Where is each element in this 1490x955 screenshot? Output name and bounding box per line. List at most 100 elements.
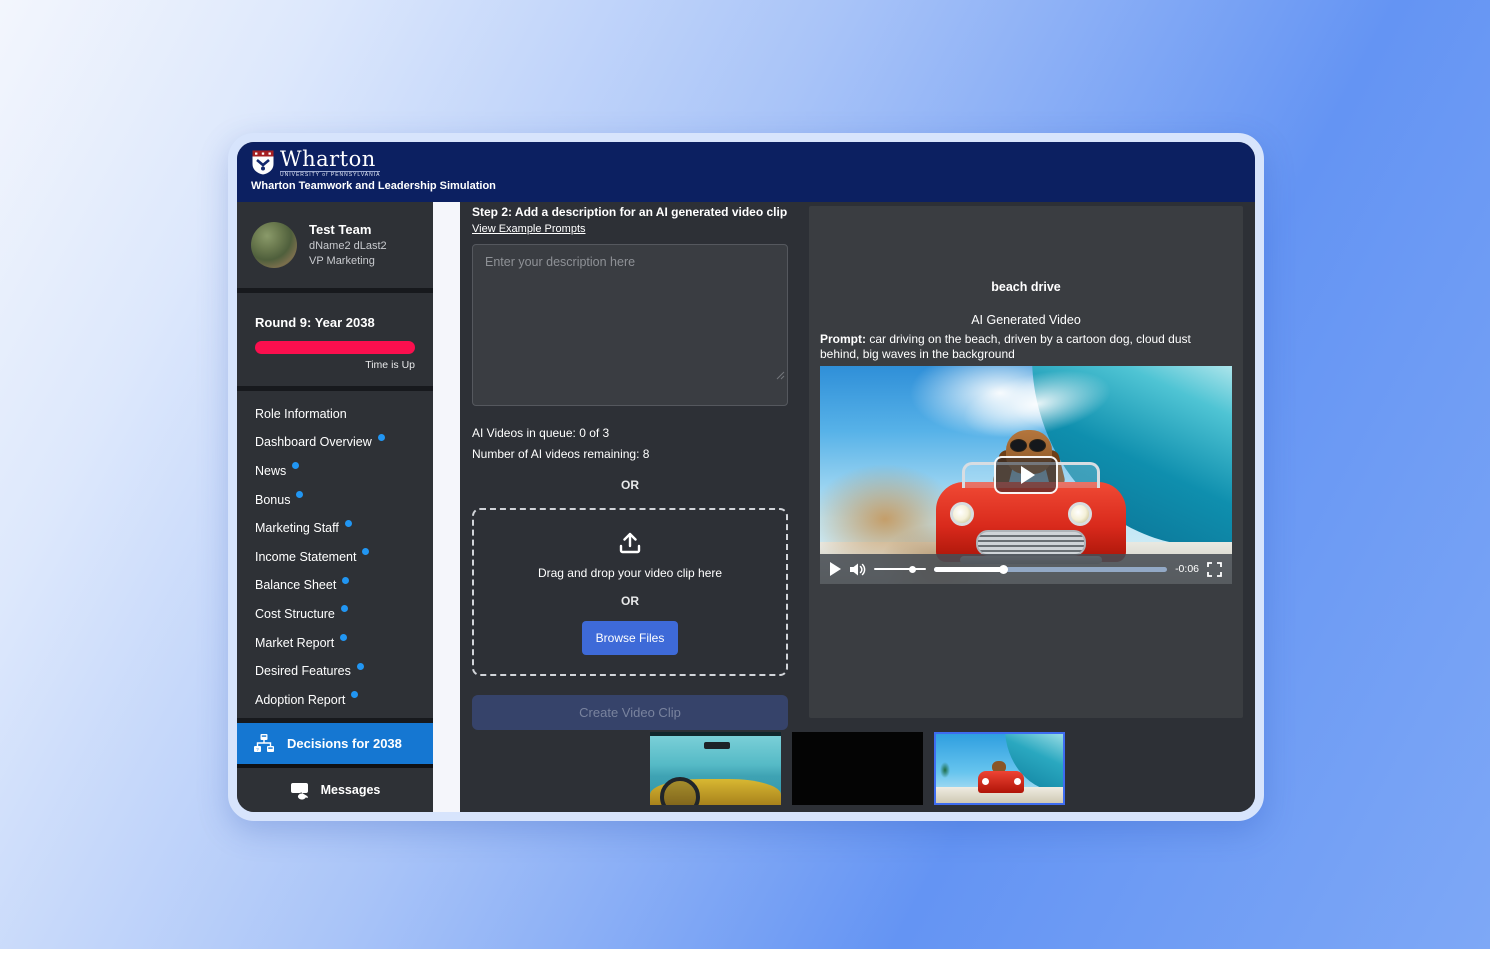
sidebar-item-dashboard-overview[interactable]: Dashboard Overview: [255, 428, 433, 457]
prompt-text: car driving on the beach, driven by a ca…: [820, 332, 1191, 361]
sidebar: Test Team dName2 dLast2 VP Marketing Rou…: [237, 202, 433, 812]
app-header: Wharton UNIVERSITY of PENNSYLVANIA Whart…: [237, 142, 1255, 202]
or-divider: OR: [472, 478, 788, 492]
unread-badge-dot: [351, 691, 358, 698]
dropzone-instruction: Drag and drop your video clip here: [538, 566, 722, 580]
thumbnail-dashboard-clip[interactable]: [650, 732, 781, 805]
org-chart-icon: ?: [253, 733, 275, 755]
team-info: Test Team dName2 dLast2 VP Marketing: [237, 202, 433, 288]
sidebar-item-cost-structure[interactable]: Cost Structure: [255, 600, 433, 629]
sidebar-item-news[interactable]: News: [255, 457, 433, 486]
speech-bubbles-icon: [290, 781, 312, 800]
video-frame-dog-sunglasses: [1010, 439, 1048, 452]
round-progress-fill: [255, 341, 415, 354]
unread-badge-dot: [342, 577, 349, 584]
thumb-window-frame: [650, 732, 781, 736]
main-content: Step 2: Add a description for an AI gene…: [460, 202, 1255, 812]
step-title: Step 2: Add a description for an AI gene…: [472, 205, 788, 219]
unread-badge-dot: [345, 520, 352, 527]
seek-knob[interactable]: [999, 565, 1008, 574]
video-title: beach drive: [809, 280, 1243, 294]
volume-slider[interactable]: [874, 568, 926, 570]
brand-logo: Wharton UNIVERSITY of PENNSYLVANIA: [251, 149, 1255, 178]
unread-badge-dot: [292, 462, 299, 469]
nav-label: News: [255, 464, 286, 478]
video-creation-panel: Step 2: Add a description for an AI gene…: [472, 205, 788, 730]
bottom-white-strip: [0, 949, 1490, 955]
unread-badge-dot: [357, 663, 364, 670]
nav-label: Bonus: [255, 493, 290, 507]
nav-label: Income Statement: [255, 550, 356, 564]
play-overlay-button[interactable]: [994, 456, 1058, 494]
video-frame-grille: [976, 530, 1086, 556]
fullscreen-icon[interactable]: [1207, 562, 1222, 577]
video-player[interactable]: -0:06: [820, 366, 1232, 584]
nav-label: Market Report: [255, 636, 334, 650]
volume-icon[interactable]: [849, 562, 866, 577]
penn-shield-icon: [251, 149, 275, 176]
round-title: Round 9: Year 2038: [255, 315, 415, 330]
browse-files-button[interactable]: Browse Files: [582, 621, 679, 655]
video-preview-card: beach drive AI Generated Video Prompt: c…: [809, 206, 1243, 718]
sidebar-item-income-statement[interactable]: Income Statement: [255, 542, 433, 571]
view-example-prompts-link[interactable]: View Example Prompts: [472, 223, 586, 235]
thumb-headlight: [982, 778, 989, 785]
video-frame-headlight: [1068, 502, 1092, 526]
thumbnail-black-clip[interactable]: [792, 732, 923, 805]
nav-label: Desired Features: [255, 664, 351, 678]
unread-badge-dot: [362, 548, 369, 555]
nav-label: Dashboard Overview: [255, 435, 372, 449]
volume-knob[interactable]: [909, 566, 916, 573]
sidebar-item-bonus[interactable]: Bonus: [255, 485, 433, 514]
unread-badge-dot: [341, 605, 348, 612]
video-subtitle: AI Generated Video: [809, 313, 1243, 327]
time-remaining: -0:06: [1175, 563, 1199, 575]
video-dropzone[interactable]: Drag and drop your video clip here OR Br…: [472, 508, 788, 676]
play-button[interactable]: [830, 562, 841, 576]
round-time-status: Time is Up: [255, 359, 415, 371]
team-role: VP Marketing: [309, 255, 387, 267]
thumb-headlight: [1014, 778, 1021, 785]
sidebar-main-gutter: [433, 202, 460, 812]
unread-badge-dot: [378, 434, 385, 441]
messages-button[interactable]: Messages: [237, 768, 433, 812]
video-controls-bar: -0:06: [820, 554, 1232, 584]
team-member-name: dName2 dLast2: [309, 240, 387, 252]
team-name: Test Team: [309, 222, 387, 237]
brand-subtitle: UNIVERSITY of PENNSYLVANIA: [280, 171, 380, 178]
round-status: Round 9: Year 2038 Time is Up: [237, 293, 433, 387]
team-avatar: [251, 222, 297, 268]
brand-name: Wharton: [280, 149, 380, 170]
round-progress-track: [255, 341, 415, 354]
app-window: Wharton UNIVERSITY of PENNSYLVANIA Whart…: [228, 133, 1264, 821]
seek-fill: [934, 567, 1004, 572]
sidebar-nav: Role Information Dashboard Overview News…: [237, 391, 433, 718]
sidebar-item-adoption-report[interactable]: Adoption Report: [255, 685, 433, 714]
video-thumbnail-strip: [460, 732, 1255, 805]
seek-bar[interactable]: [934, 567, 1167, 572]
dropzone-or: OR: [621, 594, 639, 608]
unread-badge-dot: [296, 491, 303, 498]
sidebar-item-role-information[interactable]: Role Information: [255, 399, 433, 428]
sidebar-item-marketing-staff[interactable]: Marketing Staff: [255, 514, 433, 543]
prompt-label: Prompt:: [820, 332, 866, 346]
nav-label: Cost Structure: [255, 607, 335, 621]
thumb-rearview-mirror: [704, 742, 730, 749]
description-input[interactable]: [472, 244, 788, 406]
resize-grip-icon[interactable]: [776, 371, 785, 380]
app-title: Wharton Teamwork and Leadership Simulati…: [251, 180, 1255, 192]
unread-badge-dot: [340, 634, 347, 641]
nav-label: Marketing Staff: [255, 521, 339, 535]
queue-status: AI Videos in queue: 0 of 3: [472, 426, 788, 440]
create-video-clip-button[interactable]: Create Video Clip: [472, 695, 788, 730]
upload-icon: [617, 530, 643, 554]
thumb-black-frame: [792, 732, 923, 805]
sidebar-item-decisions-active[interactable]: ? Decisions for 2038: [237, 723, 433, 764]
thumbnail-beach-drive-clip-selected[interactable]: [934, 732, 1065, 805]
messages-label: Messages: [321, 783, 381, 797]
sidebar-item-market-report[interactable]: Market Report: [255, 628, 433, 657]
video-prompt: Prompt: car driving on the beach, driven…: [820, 332, 1232, 362]
sidebar-item-desired-features[interactable]: Desired Features: [255, 657, 433, 686]
nav-label: Balance Sheet: [255, 578, 336, 592]
sidebar-item-balance-sheet[interactable]: Balance Sheet: [255, 571, 433, 600]
